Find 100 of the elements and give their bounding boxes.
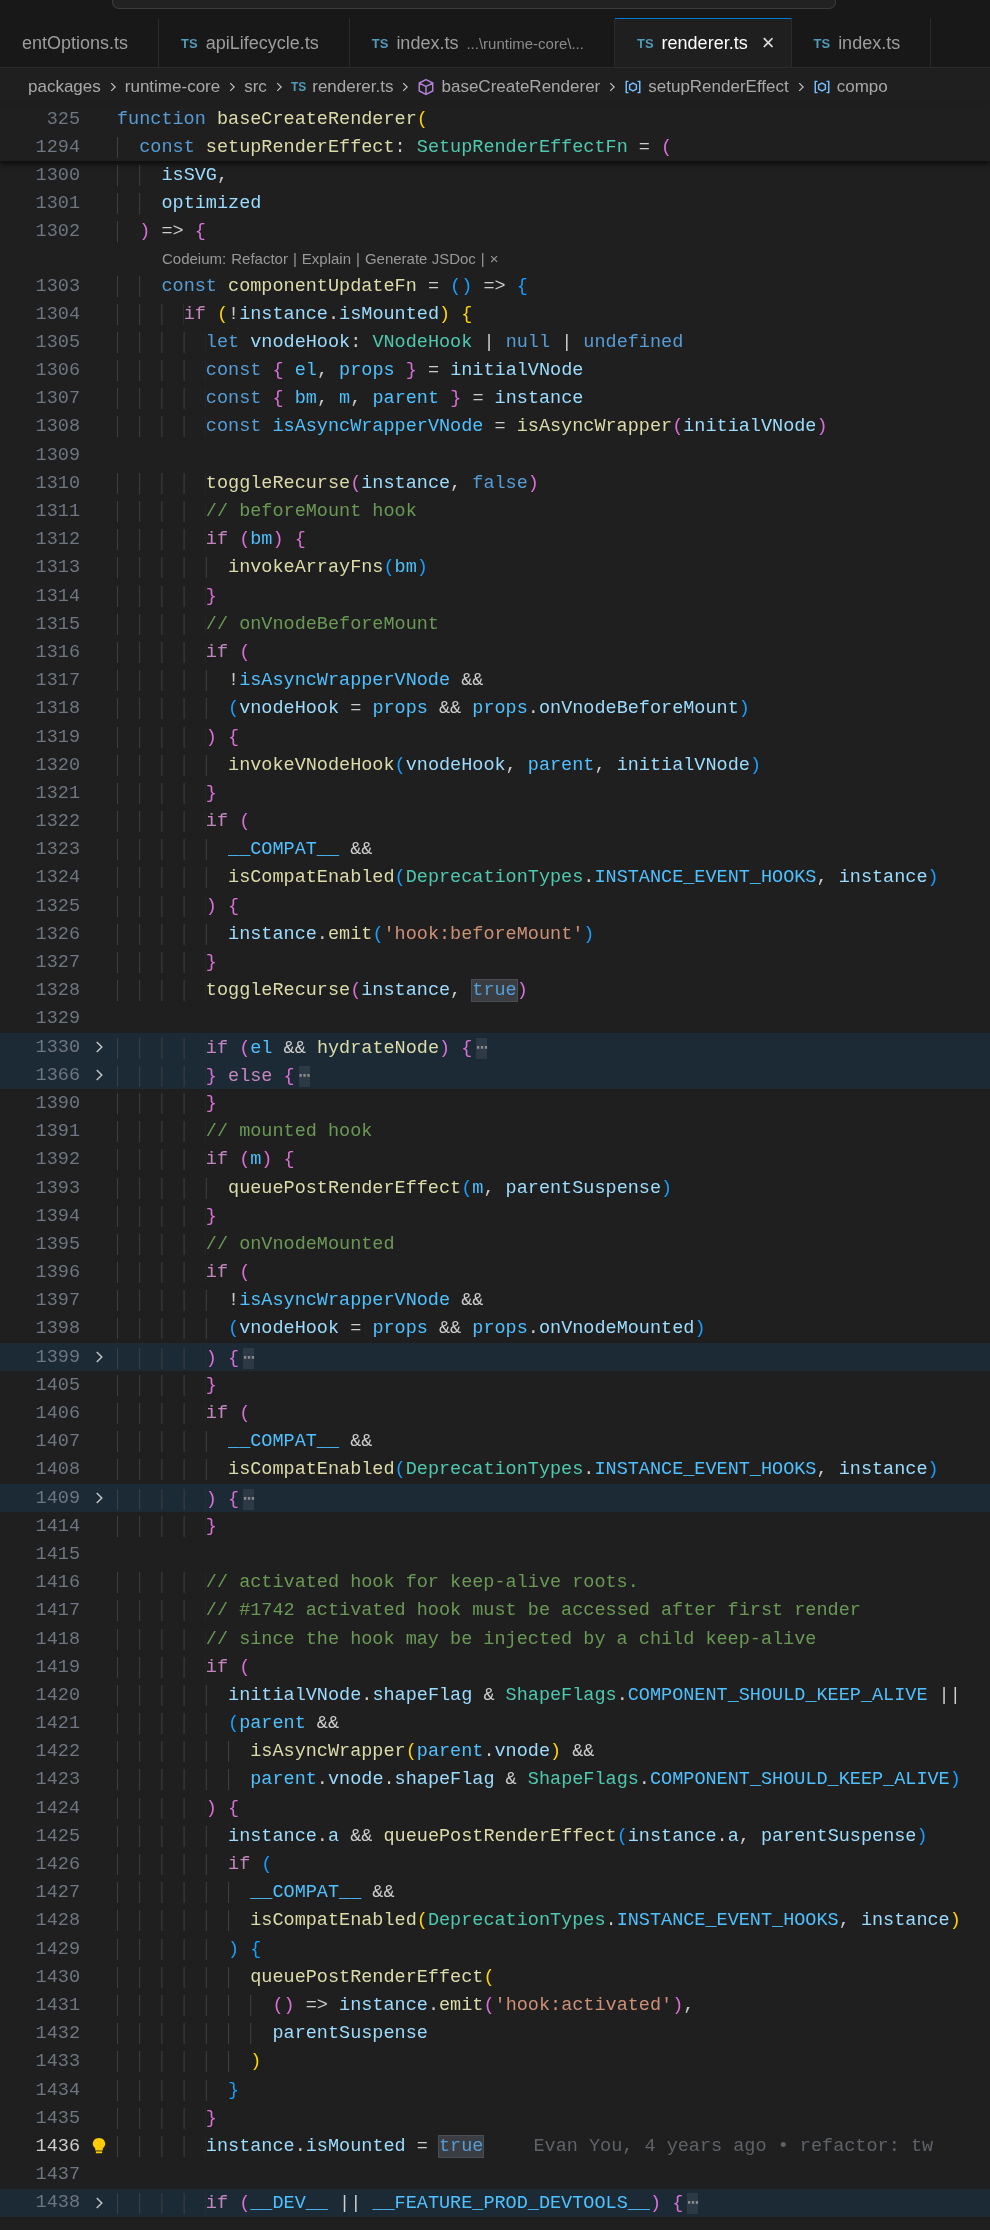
typescript-file-icon: TS [813, 35, 831, 51]
code-line: isAsyncWrapper(parent.vnode) && [117, 1741, 595, 1763]
close-button[interactable]: × [489, 250, 499, 268]
code-line: isCompatEnabled(DeprecationTypes.INSTANCE_EVENT_HOOKS, instance) [117, 1459, 939, 1481]
code-line: function baseCreateRenderer( [117, 108, 428, 130]
tab-label: renderer.ts [661, 32, 748, 54]
line-number: 1394 [34, 1205, 80, 1227]
line-number: 1300 [34, 164, 80, 186]
breadcrumb-item[interactable]: renderer.ts [312, 76, 394, 97]
line-number: 1432 [34, 2023, 80, 2045]
code-line: !isAsyncWrapperVNode && [117, 1290, 484, 1312]
line-number: 1329 [34, 1008, 80, 1030]
line-number: 1317 [34, 670, 80, 692]
lens-separator: | [480, 250, 485, 268]
close-button[interactable]: × [761, 32, 775, 54]
code-line: } [117, 1092, 217, 1114]
line-number: 1414 [34, 1515, 80, 1537]
line-number: 1330 [34, 1036, 80, 1058]
editor-tab[interactable]: entOptions.ts [0, 18, 160, 67]
tab-label: index.ts [838, 32, 901, 54]
line-number: 1308 [34, 416, 80, 438]
breadcrumb-item[interactable]: setupRenderEffect [648, 76, 789, 97]
line-number: 1436 [34, 2135, 80, 2157]
line-number: 1435 [34, 2107, 80, 2129]
code-line: ) => { [117, 221, 206, 243]
editor-tab[interactable]: TS index.ts ...\runtime-core\... [349, 18, 615, 67]
code-line: instance.isMounted = true [117, 2135, 484, 2157]
line-number: 1408 [34, 1459, 80, 1481]
line-number: 1392 [34, 1149, 80, 1171]
code-line: isCompatEnabled(DeprecationTypes.INSTANCE_EVENT_HOOKS, instance) [117, 867, 939, 889]
line-number: 1423 [34, 1769, 80, 1791]
line-number: 1312 [34, 529, 80, 551]
code-line: queuePostRenderEffect( [117, 1966, 495, 1988]
breadcrumb-item[interactable]: runtime-core [124, 76, 221, 97]
line-number: 1399 [34, 1346, 80, 1368]
line-number: 1438 [34, 2192, 80, 2214]
lens-action-link[interactable]: Refactor [231, 250, 288, 268]
code-line: () => instance.emit('hook:activated'), [117, 1994, 695, 2016]
line-number: 1294 [34, 136, 80, 158]
code-line: instance.emit('hook:beforeMount') [117, 923, 595, 945]
code-line: } else { ⋯ [117, 1063, 310, 1087]
line-number: 1409 [34, 1487, 80, 1509]
code-line: ) { [117, 726, 240, 748]
lens-label: Codeium: [162, 250, 227, 268]
code-line: __COMPAT__ && [117, 839, 373, 861]
line-number: 1429 [34, 1938, 80, 1960]
code-line: ) { ⋯ [117, 1486, 255, 1510]
code-line: initialVNode.shapeFlag & ShapeFlags.COMPONENT_SHOULD_KEEP_ALIVE || [117, 1684, 961, 1706]
code-line: // #1742 activated hook must be accessed after first render [117, 1600, 861, 1622]
line-number: 1419 [34, 1656, 80, 1678]
line-number: 1421 [34, 1713, 80, 1735]
code-line: parentSuspense [117, 2023, 428, 2045]
code-line: } [117, 952, 217, 974]
line-number: 1416 [34, 1572, 80, 1594]
line-number: 1433 [34, 2051, 80, 2073]
typescript-file-icon: TS [181, 35, 198, 51]
breadcrumb-item[interactable]: src [244, 76, 267, 97]
line-number: 1424 [34, 1797, 80, 1819]
line-number: 1314 [34, 585, 80, 607]
code-line: // since the hook may be injected by a child keep-alive [117, 1628, 817, 1650]
code-line: } [117, 2079, 240, 2101]
editor-tab[interactable]: TS index.ts [791, 18, 932, 67]
line-number: 1326 [34, 923, 80, 945]
code-line: if (!instance.isMounted) { [117, 303, 473, 325]
line-number: 1426 [34, 1854, 80, 1876]
lens-action-link[interactable]: Generate JSDoc [364, 250, 476, 268]
code-line: optimized [117, 193, 262, 215]
code-line: queuePostRenderEffect(m, parentSuspense) [117, 1177, 673, 1199]
tab-label: entOptions.ts [22, 32, 129, 54]
line-number: 1420 [34, 1684, 80, 1706]
lens-separator: | [292, 250, 297, 268]
line-number: 1418 [34, 1628, 80, 1650]
line-number: 1391 [34, 1121, 80, 1143]
code-line: } [117, 1515, 217, 1537]
command-center-field[interactable] [112, 0, 836, 9]
code-line: } [117, 1205, 217, 1227]
cube-icon [417, 77, 436, 96]
code-line: ) [117, 2051, 262, 2073]
line-number: 1398 [34, 1318, 80, 1340]
code-line: } [117, 782, 217, 804]
code-line: invokeArrayFns(bm) [117, 557, 428, 579]
code-line: // onVnodeBeforeMount [117, 613, 439, 635]
code-line: const componentUpdateFn = () => { [117, 275, 528, 297]
code-line: isSVG, [117, 164, 229, 186]
line-number: 1301 [34, 193, 80, 215]
line-number: 1427 [34, 1882, 80, 1904]
tab-label: index.ts [396, 32, 459, 54]
line-number: 1437 [34, 2164, 80, 2186]
line-number: 1306 [34, 360, 80, 382]
breadcrumb-item[interactable]: baseCreateRenderer [441, 76, 601, 97]
editor-tab[interactable]: TS renderer.ts × [614, 18, 792, 67]
editor-tab[interactable]: TS apiLifecycle.ts [159, 18, 350, 67]
breadcrumb-item[interactable]: packages [28, 76, 101, 97]
lens-action-link[interactable]: Explain [301, 250, 351, 268]
code-line: const { el, props } = initialVNode [117, 360, 584, 382]
code-line: toggleRecurse(instance, true) [117, 980, 528, 1002]
line-number: 1310 [34, 472, 80, 494]
breadcrumb-item[interactable]: compo [836, 76, 888, 97]
code-line: parent.vnode.shapeFlag & ShapeFlags.COMPONENT_SHOULD_KEEP_ALIVE) [117, 1769, 961, 1791]
line-number: 1316 [34, 641, 80, 663]
